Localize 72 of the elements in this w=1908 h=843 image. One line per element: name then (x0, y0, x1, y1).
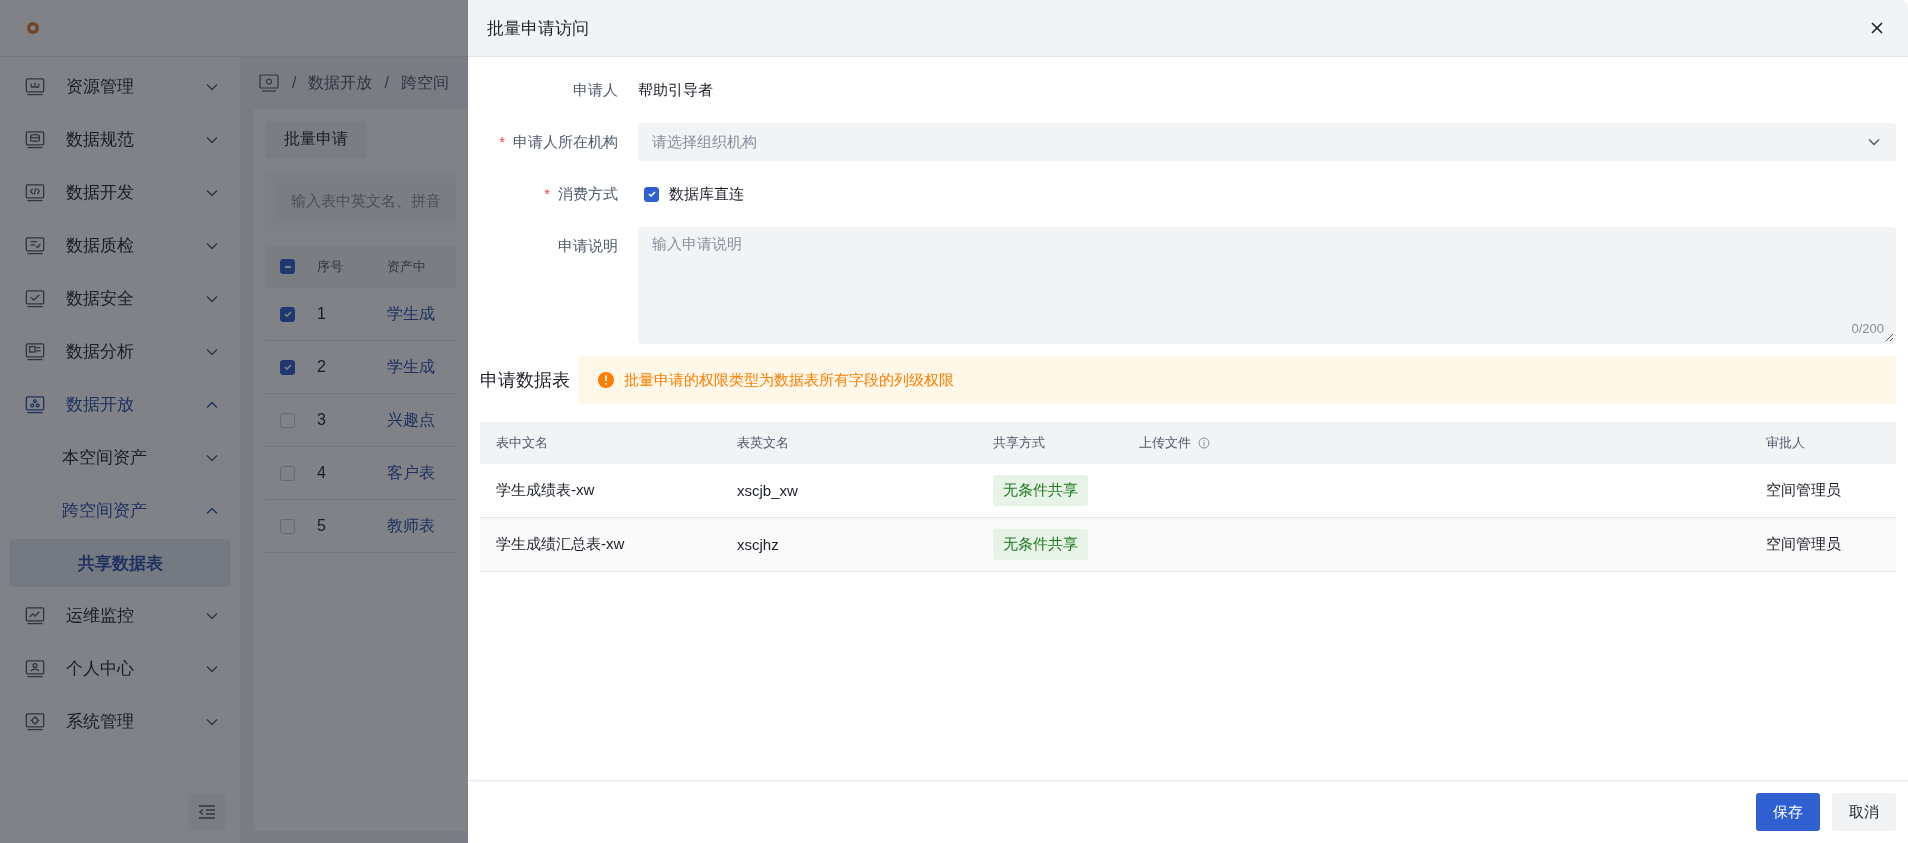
field-label: 申请人所在机构 (513, 133, 618, 150)
sidebar-item[interactable]: 数据分析 (0, 325, 240, 378)
check-icon (646, 189, 657, 199)
column-header: 审批人 (1766, 434, 1805, 452)
table-cell-text: xscjhz (737, 536, 780, 553)
collapse-icon (198, 805, 216, 819)
table-link[interactable]: 教师表 (387, 515, 435, 537)
share-tag: 无条件共享 (993, 475, 1088, 506)
field-label: 申请说明 (558, 237, 618, 254)
table-cell-text: 2 (317, 358, 327, 376)
breadcrumb-item[interactable]: 数据开放 (308, 72, 373, 94)
column-header: 表英文名 (737, 434, 789, 452)
dialog-title: 批量申请访问 (487, 17, 589, 40)
sidebar-item[interactable]: 数据开放 (0, 378, 240, 431)
check-icon (282, 309, 293, 319)
table-cell-text: 学生成绩汇总表-xw (496, 535, 626, 554)
table-link[interactable]: 学生成 (387, 303, 435, 325)
table-link[interactable]: 学生成 (387, 356, 435, 378)
logo-icon (26, 21, 40, 35)
table-cell-text: 3 (317, 411, 327, 429)
check-icon (282, 362, 293, 372)
table-cell-text: 空间管理员 (1766, 535, 1842, 554)
share-tag: 无条件共享 (993, 529, 1088, 560)
checkbox[interactable] (280, 306, 295, 322)
sidebar-item[interactable]: 数据规范 (0, 113, 240, 166)
breadcrumb-separator: / (292, 74, 297, 92)
column-header: 表中文名 (496, 434, 548, 452)
checkbox[interactable] (644, 186, 659, 202)
table-cell-text: 5 (317, 517, 327, 535)
warning-icon (598, 372, 614, 388)
field-label: 申请人 (573, 81, 618, 98)
table-link[interactable]: 兴趣点 (387, 409, 435, 431)
column-header: 上传文件 (1139, 434, 1191, 452)
section-title: 申请数据表 (480, 369, 570, 392)
sidebar-subitem[interactable]: 本空间资产 (0, 431, 240, 484)
field-value: 帮助引导者 (638, 81, 713, 98)
info-icon[interactable] (1198, 437, 1210, 449)
checkbox[interactable] (280, 359, 295, 375)
collapse-button[interactable] (188, 793, 226, 831)
table-cell-text: xscjb_xw (737, 482, 799, 499)
sidebar-item[interactable]: 个人中心 (0, 642, 240, 695)
required-mark: * (499, 133, 505, 150)
home-icon[interactable] (258, 73, 280, 93)
column-header: 序号 (317, 257, 344, 276)
breadcrumb-item[interactable]: 跨空间 (400, 72, 449, 94)
sidebar-item[interactable]: 数据开发 (0, 166, 240, 219)
table-cell-text: 4 (317, 464, 327, 482)
select-field[interactable]: 请选择组织机构 (638, 123, 1896, 161)
batch-apply-button[interactable]: 批量申请 (265, 121, 367, 158)
sidebar-item[interactable]: 系统管理 (0, 695, 240, 748)
column-header: 资产中 (387, 257, 426, 276)
table-cell-text: 1 (317, 305, 327, 323)
required-mark: * (544, 185, 550, 202)
sidebar-item[interactable]: 运维监控 (0, 589, 240, 642)
sidebar-item[interactable]: 数据质检 (0, 219, 240, 272)
table-link[interactable]: 客户表 (387, 462, 435, 484)
field-label: 消费方式 (558, 185, 618, 202)
checkbox-label[interactable]: 数据库直连 (669, 184, 744, 204)
warning-alert: 批量申请的权限类型为数据表所有字段的列级权限 (578, 356, 1896, 404)
column-header: 共享方式 (993, 434, 1045, 452)
sidebar-subitem[interactable]: 跨空间资产 (0, 484, 240, 537)
resize-icon[interactable] (1884, 332, 1894, 342)
table-cell-text: 空间管理员 (1766, 481, 1842, 500)
sidebar-subitem[interactable]: 共享数据表 (10, 539, 230, 587)
save-button[interactable]: 保存 (1756, 793, 1820, 831)
table-cell-text: 学生成绩表-xw (496, 481, 596, 500)
textarea-field[interactable]: 输入申请说明 0/200 (638, 227, 1896, 344)
cancel-button[interactable]: 取消 (1832, 793, 1896, 831)
sidebar-item[interactable]: 数据安全 (0, 272, 240, 325)
breadcrumb-separator: / (384, 74, 389, 92)
sidebar-item[interactable]: 资源管理 (0, 60, 240, 113)
checkbox[interactable] (280, 259, 295, 274)
